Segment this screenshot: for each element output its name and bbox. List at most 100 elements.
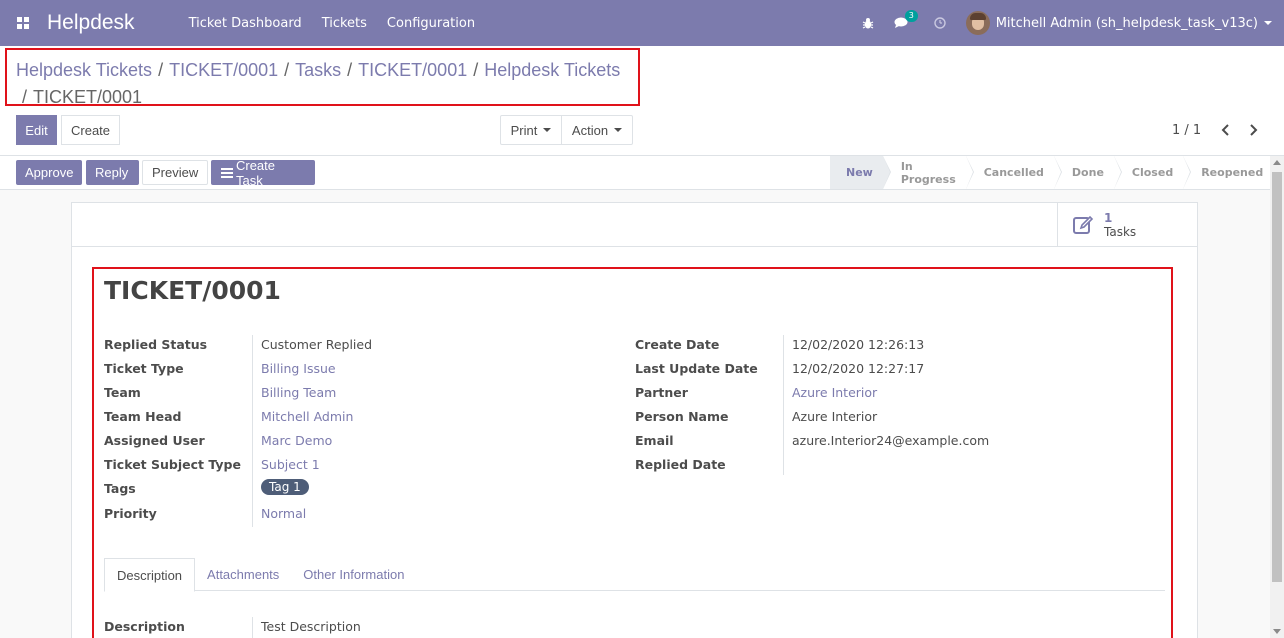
tab-other-information[interactable]: Other Information (291, 558, 416, 591)
breadcrumb-separator: / (284, 60, 290, 80)
replied-date-label: Replied Date (635, 457, 726, 472)
menu-ticket-dashboard[interactable]: Ticket Dashboard (189, 16, 302, 31)
stage-done[interactable]: Done (1054, 156, 1122, 189)
edit-task-icon (1073, 215, 1094, 234)
ticket-title: TICKET/0001 (104, 276, 281, 305)
replied-status-label: Replied Status (104, 337, 208, 352)
description-label: Description (104, 619, 185, 634)
assigned-user-link[interactable]: Marc Demo (261, 433, 332, 448)
priority-value[interactable]: Normal (261, 506, 306, 521)
menu-configuration[interactable]: Configuration (387, 16, 475, 31)
partner-link[interactable]: Azure Interior (792, 385, 877, 400)
form-statusbar: Approve Reply Preview Create Task New In… (0, 156, 1270, 190)
email-label: Email (635, 433, 674, 448)
app-brand[interactable]: Helpdesk (47, 11, 135, 35)
user-menu[interactable]: Mitchell Admin (sh_helpdesk_task_v13c) (965, 11, 1272, 35)
tags-field[interactable]: Tag 1 (261, 479, 309, 495)
tasks-smart-button[interactable]: 1 Tasks (1057, 203, 1197, 247)
tasks-count: 1 (1104, 211, 1113, 225)
print-label: Print (510, 122, 538, 138)
tab-attachments[interactable]: Attachments (195, 558, 291, 591)
breadcrumb-item-ticket[interactable]: TICKET/0001 (169, 60, 278, 80)
person-name-value[interactable]: Azure Interior (792, 409, 877, 424)
print-dropdown[interactable]: Print (500, 115, 562, 145)
preview-button[interactable]: Preview (142, 160, 208, 185)
smart-button-box: 1 Tasks (72, 203, 1197, 247)
list-icon (221, 167, 233, 178)
user-avatar (965, 11, 990, 35)
breadcrumb-separator: / (473, 60, 479, 80)
breadcrumb-active: TICKET/0001 (33, 87, 143, 107)
create-task-button[interactable]: Create Task (211, 157, 315, 188)
menu-tickets[interactable]: Tickets (322, 16, 367, 31)
description-value[interactable]: Test Description (261, 619, 361, 634)
notebook-tabs: Description Attachments Other Informatio… (104, 558, 1165, 592)
ticket-subject-type-label: Ticket Subject Type (104, 457, 241, 472)
team-head-link[interactable]: Mitchell Admin (261, 409, 353, 424)
replied-status-value[interactable]: Customer Replied (261, 337, 372, 352)
top-navbar: Helpdesk Ticket Dashboard Tickets Config… (0, 0, 1284, 46)
scroll-down-arrow-icon[interactable] (1273, 629, 1281, 634)
breadcrumb-separator: / (22, 87, 28, 107)
tag-badge[interactable]: Tag 1 (261, 479, 309, 495)
breadcrumb-item-task[interactable]: TICKET/0001 (358, 60, 467, 80)
team-label: Team (104, 385, 141, 400)
action-label: Action (571, 122, 609, 138)
team-head-label: Team Head (104, 409, 182, 424)
scroll-up-arrow-icon[interactable] (1273, 160, 1281, 165)
caret-down-icon (614, 128, 623, 132)
breadcrumb-separator: / (347, 60, 353, 80)
tab-description[interactable]: Description (104, 558, 196, 592)
activity-clock-icon[interactable] (934, 17, 946, 29)
breadcrumb-item-tasks[interactable]: Tasks (295, 60, 341, 80)
create-date-value: 12/02/2020 12:26:13 (792, 337, 925, 352)
create-task-label: Create Task (235, 157, 276, 188)
ticket-type-label: Ticket Type (104, 361, 184, 376)
edit-button[interactable]: Edit (16, 115, 57, 145)
tasks-label: Tasks (1104, 225, 1137, 239)
email-value[interactable]: azure.Interior24@example.com (792, 433, 989, 448)
ticket-subject-type-link[interactable]: Subject 1 (261, 457, 320, 472)
apps-menu-icon[interactable] (0, 0, 46, 46)
stage-cancelled[interactable]: Cancelled (966, 156, 1062, 189)
tags-label: Tags (104, 481, 136, 496)
pager-value[interactable]: 1 / 1 (1172, 123, 1201, 138)
create-button[interactable]: Create (61, 115, 121, 145)
create-date-label: Create Date (635, 337, 720, 352)
priority-label: Priority (104, 506, 157, 521)
last-update-date-label: Last Update Date (635, 361, 758, 376)
assigned-user-label: Assigned User (104, 433, 205, 448)
breadcrumb-item-helpdesk-tickets[interactable]: Helpdesk Tickets (16, 60, 152, 80)
stage-new[interactable]: New (830, 156, 891, 189)
last-update-date-value: 12/02/2020 12:27:17 (792, 361, 925, 376)
caret-down-icon (543, 128, 552, 132)
chevron-down-icon (1264, 21, 1272, 25)
partner-label: Partner (635, 385, 688, 400)
reply-button[interactable]: Reply (86, 160, 139, 185)
vertical-scrollbar[interactable] (1270, 156, 1284, 638)
right-group-separator (783, 335, 784, 475)
breadcrumb-item-helpdesk-tickets-2[interactable]: Helpdesk Tickets (484, 60, 620, 80)
chevron-right-icon[interactable] (1245, 120, 1261, 140)
team-link[interactable]: Billing Team (261, 385, 336, 400)
control-panel: Helpdesk Tickets / TICKET/0001/Tasks / TICKE… (0, 46, 1284, 156)
stage-pipeline: New In Progress Cancelled Done Closed Re… (830, 156, 1280, 189)
breadcrumb: Helpdesk Tickets / TICKET/0001/Tasks / TICKE… (16, 57, 636, 111)
ticket-type-link[interactable]: Billing Issue (261, 361, 336, 376)
approve-button[interactable]: Approve (16, 160, 82, 185)
description-separator (252, 617, 253, 638)
bug-icon[interactable] (862, 17, 874, 30)
messages-count-badge: 3 (904, 10, 918, 22)
user-name: Mitchell Admin (sh_helpdesk_task_v13c) (995, 15, 1258, 31)
scroll-thumb[interactable] (1272, 172, 1282, 582)
stage-reopened[interactable]: Reopened (1183, 156, 1280, 189)
left-group-separator (252, 335, 253, 527)
navbar-systray: 3 Mitchell Admin (sh_helpdesk_task_v13c) (862, 0, 1284, 46)
action-dropdown[interactable]: Action (561, 115, 633, 145)
stage-closed[interactable]: Closed (1114, 156, 1192, 189)
messages-icon[interactable]: 3 (894, 10, 918, 29)
breadcrumb-separator: / (158, 60, 164, 80)
person-name-label: Person Name (635, 409, 729, 424)
chevron-left-icon[interactable] (1218, 120, 1234, 140)
stage-in-progress[interactable]: In Progress (883, 156, 974, 189)
